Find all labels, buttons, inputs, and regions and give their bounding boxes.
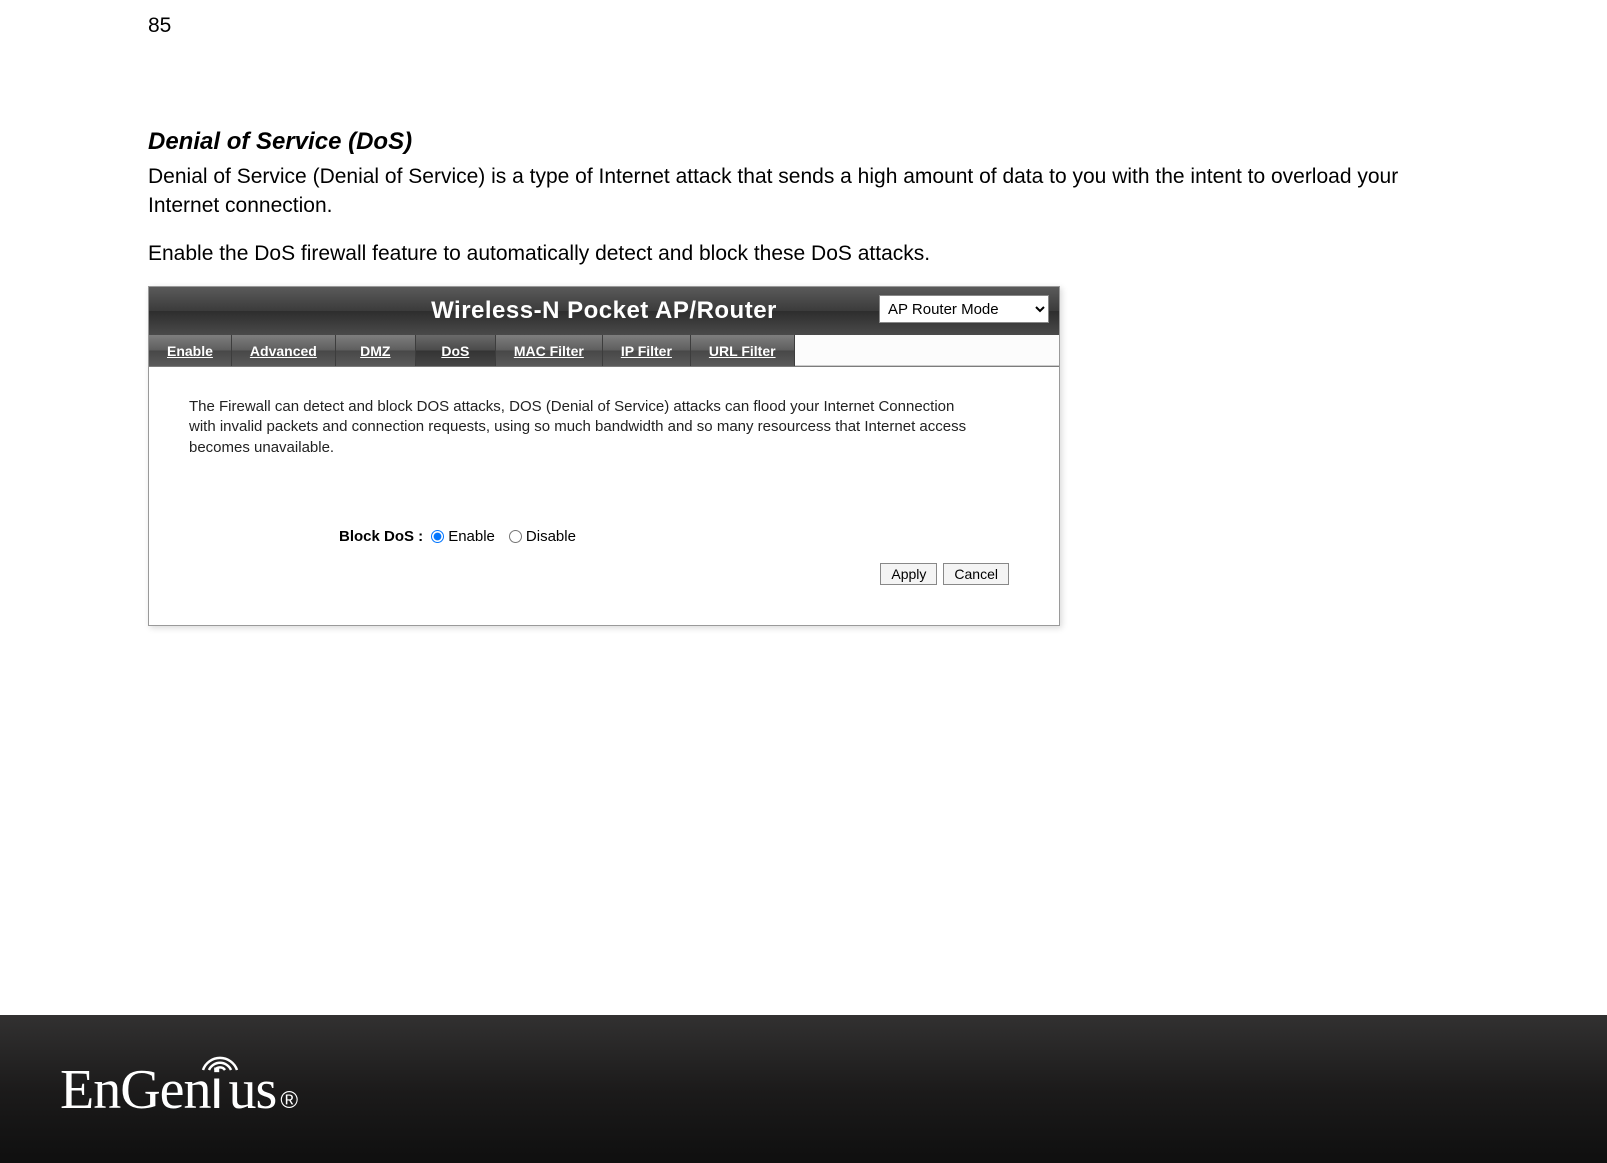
router-header: Wireless-N Pocket AP/Router AP Router Mo… bbox=[149, 287, 1059, 335]
tab-ip-filter[interactable]: IP Filter bbox=[603, 335, 691, 366]
router-tabs: Enable Advanced DMZ DoS MAC Filter IP Fi… bbox=[149, 335, 1059, 367]
button-row: Apply Cancel bbox=[189, 563, 1019, 585]
block-dos-label: Block DoS : bbox=[339, 528, 423, 545]
block-dos-row: Block DoS : Enable Disable bbox=[339, 528, 1019, 545]
brand-logo: EnGenius® bbox=[60, 1056, 297, 1122]
section-title: Denial of Service (DoS) bbox=[148, 128, 1468, 156]
tab-mac-filter[interactable]: MAC Filter bbox=[496, 335, 603, 366]
radio-disable[interactable] bbox=[509, 530, 522, 543]
panel-description: The Firewall can detect and block DOS at… bbox=[189, 397, 969, 458]
intro-paragraph-1: Denial of Service (Denial of Service) is… bbox=[148, 162, 1468, 221]
panel-body: The Firewall can detect and block DOS at… bbox=[149, 367, 1059, 625]
router-screenshot-panel: Wireless-N Pocket AP/Router AP Router Mo… bbox=[148, 286, 1060, 626]
page-number: 85 bbox=[148, 14, 171, 38]
wifi-arcs-icon bbox=[199, 1046, 241, 1074]
logo-text-en: EnGen bbox=[60, 1058, 211, 1122]
tab-url-filter[interactable]: URL Filter bbox=[691, 335, 795, 366]
logo-wifi-i: i bbox=[211, 1056, 229, 1121]
radio-enable-wrap[interactable]: Enable bbox=[431, 528, 495, 545]
radio-disable-wrap[interactable]: Disable bbox=[509, 528, 576, 545]
apply-button[interactable]: Apply bbox=[880, 563, 937, 585]
tab-advanced[interactable]: Advanced bbox=[232, 335, 336, 366]
tabs-spacer bbox=[795, 335, 1059, 366]
radio-enable[interactable] bbox=[431, 530, 444, 543]
cancel-button[interactable]: Cancel bbox=[943, 563, 1009, 585]
registered-icon: ® bbox=[280, 1087, 297, 1115]
radio-disable-label: Disable bbox=[526, 528, 576, 545]
tab-dmz[interactable]: DMZ bbox=[336, 335, 416, 366]
content-area: Denial of Service (DoS) Denial of Servic… bbox=[148, 128, 1468, 626]
radio-enable-label: Enable bbox=[448, 528, 495, 545]
intro-paragraph-2: Enable the DoS firewall feature to autom… bbox=[148, 239, 1468, 268]
router-title: Wireless-N Pocket AP/Router bbox=[431, 297, 777, 325]
mode-select[interactable]: AP Router Mode bbox=[879, 295, 1049, 323]
tab-enable[interactable]: Enable bbox=[149, 335, 232, 366]
footer-bar: EnGenius® bbox=[0, 1015, 1607, 1163]
tab-dos[interactable]: DoS bbox=[416, 335, 496, 366]
